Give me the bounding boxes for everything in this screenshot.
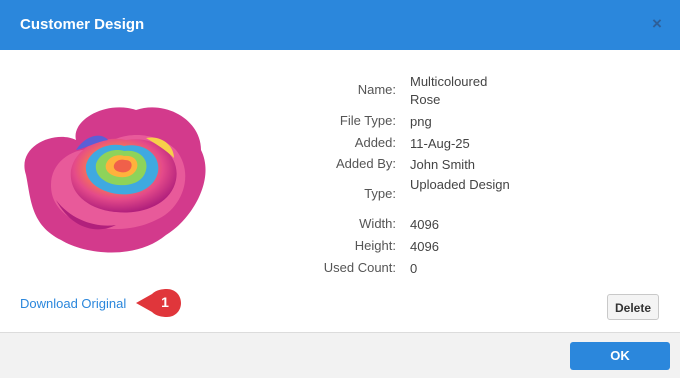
- detail-value: 0: [410, 261, 418, 276]
- rose-illustration: [24, 107, 206, 253]
- detail-label: Added:: [354, 135, 396, 150]
- badge-number: 1: [161, 294, 169, 310]
- dialog-titlebar: Customer Design ×: [0, 0, 680, 50]
- step-badge: 1: [134, 288, 182, 318]
- delete-button[interactable]: Delete: [607, 294, 659, 320]
- detail-value: 11-Aug-25: [410, 136, 470, 151]
- detail-label: Type:: [364, 186, 396, 201]
- detail-label: Added By:: [336, 156, 396, 171]
- dialog-title: Customer Design: [20, 16, 145, 33]
- close-icon[interactable]: ×: [648, 13, 666, 35]
- detail-label: Used Count:: [323, 260, 396, 275]
- detail-value: 4096: [410, 239, 439, 254]
- detail-label: File Type:: [339, 113, 396, 128]
- detail-value: Multicoloured Rose: [410, 74, 488, 107]
- detail-value: png: [410, 114, 432, 129]
- detail-label: Name:: [357, 82, 396, 97]
- detail-value: 4096: [410, 217, 439, 232]
- dialog-footer: OK: [0, 332, 680, 378]
- detail-value: John Smith: [410, 157, 476, 172]
- rose-image: [16, 90, 216, 260]
- customer-design-dialog: Customer Design × Name: Multicoloured Ro…: [0, 0, 680, 378]
- detail-value: Uploaded Design: [410, 177, 510, 192]
- ok-button[interactable]: OK: [570, 342, 670, 370]
- detail-label: Width:: [359, 216, 396, 231]
- detail-label: Height:: [354, 238, 396, 253]
- download-original-link[interactable]: Download Original: [20, 296, 126, 311]
